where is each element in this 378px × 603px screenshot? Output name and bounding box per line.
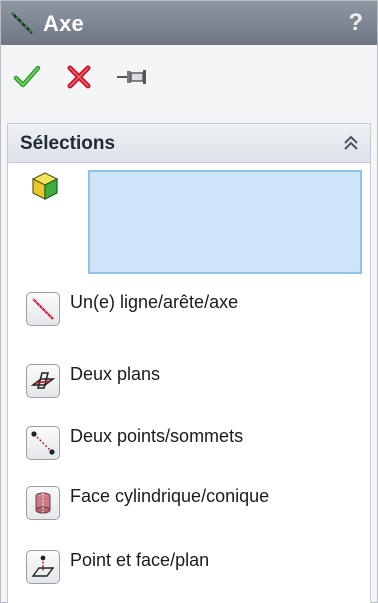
selection-list-box[interactable] — [88, 170, 362, 274]
line-edge-axis-icon — [32, 298, 54, 320]
two-points-icon — [31, 431, 55, 455]
option-two-points[interactable]: Deux points/sommets — [26, 426, 366, 466]
axis-property-manager: Axe ? Sélections Un(e) ligne/arête/axe D… — [0, 0, 378, 603]
cylindrical-face-icon — [35, 492, 51, 514]
axis-icon — [11, 12, 33, 34]
option-label: Deux points/sommets — [70, 426, 244, 446]
cube-icon — [31, 172, 59, 200]
line-edge-axis-button[interactable] — [26, 292, 60, 326]
pushpin-icon[interactable] — [115, 63, 149, 91]
cylindrical-face-button[interactable] — [26, 486, 60, 520]
selections-header[interactable]: Sélections — [8, 124, 370, 163]
two-planes-button[interactable] — [26, 364, 60, 398]
option-label: Un(e) ligne/arête/axe — [70, 292, 239, 312]
point-face-button[interactable] — [26, 550, 60, 584]
option-label: Point et face/plan — [70, 550, 210, 570]
double-chevron-up-icon[interactable] — [342, 134, 360, 152]
option-line-edge-axis[interactable]: Un(e) ligne/arête/axe — [26, 292, 366, 332]
option-label: Face cylindrique/conique — [70, 486, 270, 506]
option-label: Deux plans — [70, 364, 161, 384]
option-point-face[interactable]: Point et face/plan — [26, 550, 366, 590]
selections-group: Sélections Un(e) ligne/arête/axe Deux pl… — [7, 123, 371, 603]
option-two-planes[interactable]: Deux plans — [26, 364, 366, 404]
title-bar: Axe ? — [1, 1, 377, 45]
point-face-icon — [31, 555, 55, 577]
red-x-icon[interactable] — [65, 63, 93, 91]
two-points-button[interactable] — [26, 426, 60, 460]
toolbar — [1, 51, 377, 103]
green-check-icon[interactable] — [13, 63, 41, 91]
help-button[interactable]: ? — [348, 9, 363, 37]
two-planes-icon — [30, 372, 56, 389]
selections-title: Sélections — [20, 133, 116, 154]
panel-title: Axe — [43, 11, 84, 36]
option-cylindrical-face[interactable]: Face cylindrique/conique — [26, 486, 366, 526]
